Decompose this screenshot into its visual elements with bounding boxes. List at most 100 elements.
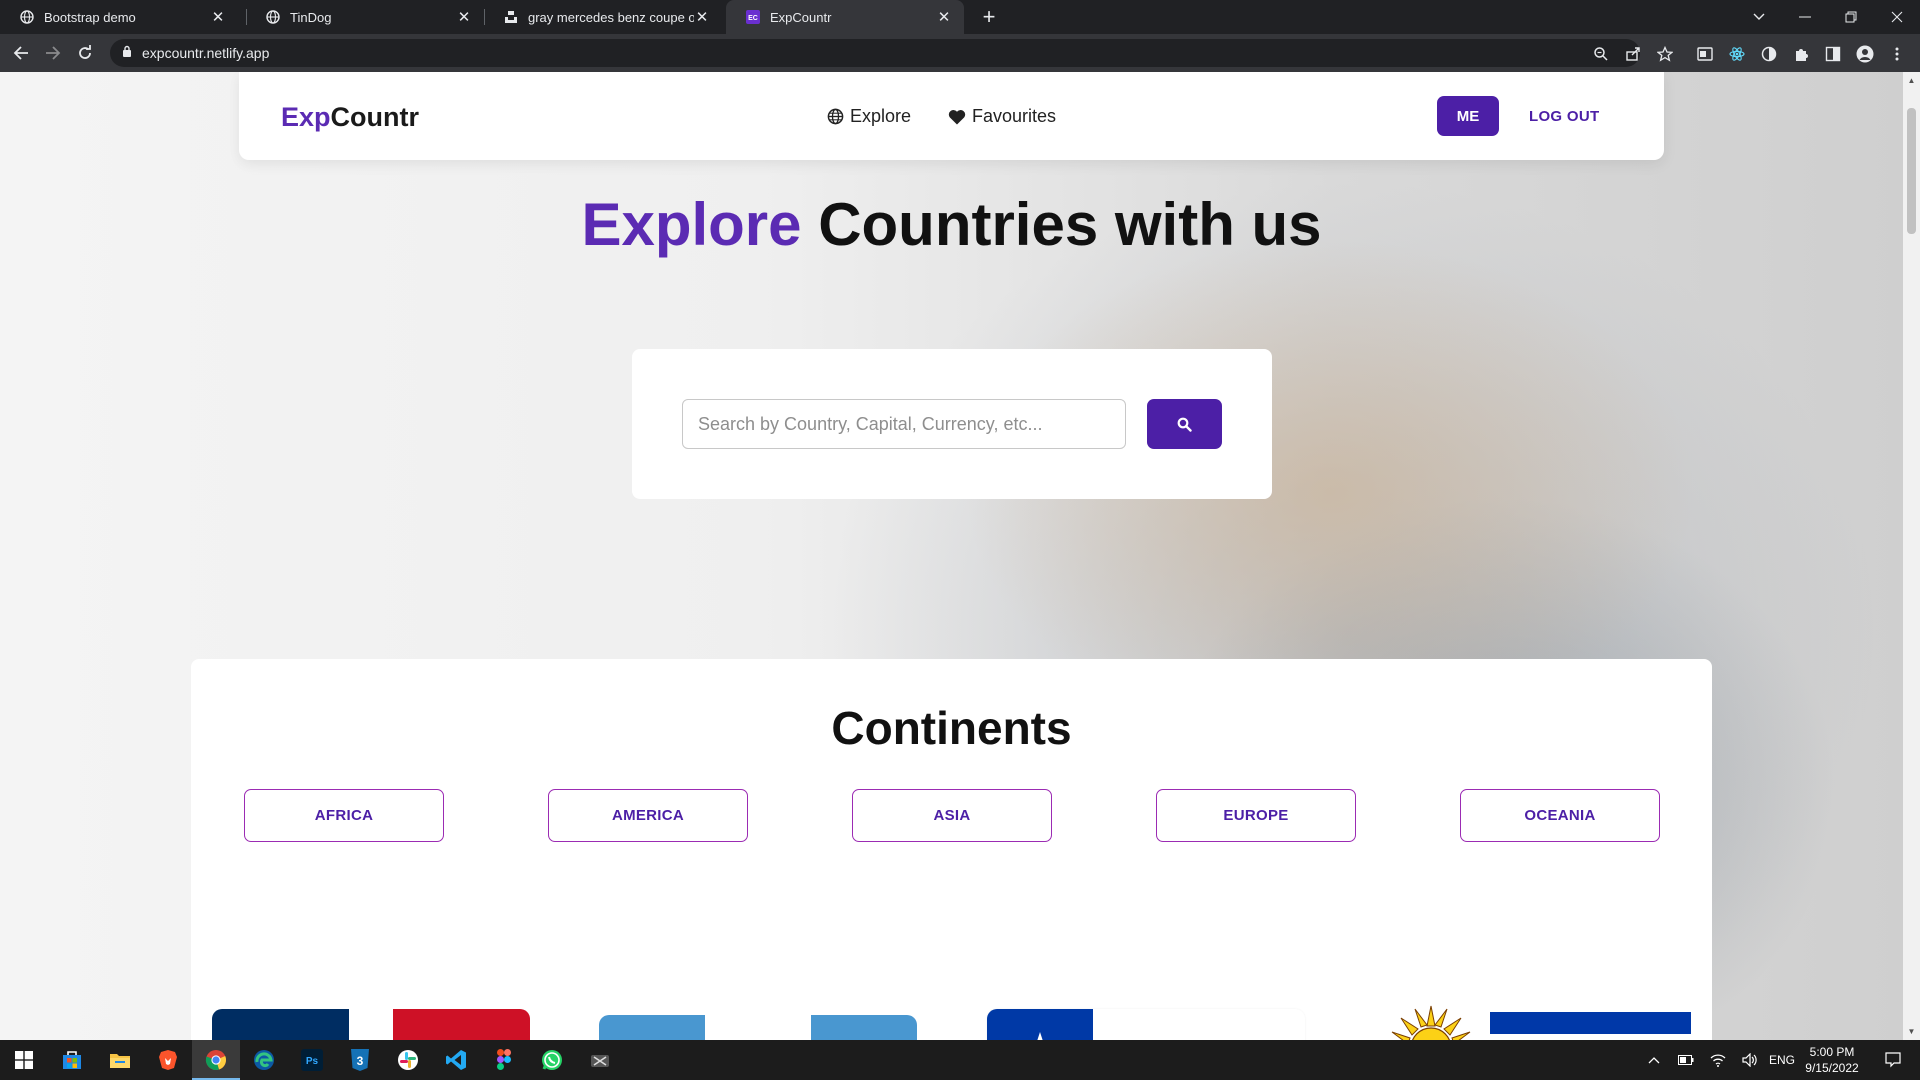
taskbar-clock[interactable]: 5:00 PM 9/15/2022	[1796, 1044, 1868, 1076]
tab-bootstrap-demo[interactable]: Bootstrap demo ✕	[0, 0, 238, 34]
wifi-icon[interactable]	[1706, 1040, 1730, 1080]
hero-accent-word: Explore	[581, 191, 802, 258]
kebab-menu-icon[interactable]	[1888, 45, 1906, 63]
snipping-tool-icon[interactable]	[576, 1040, 624, 1080]
address-bar[interactable]: expcountr.netlify.app	[110, 39, 1640, 67]
restore-button[interactable]	[1828, 0, 1874, 34]
nav-favourites-link[interactable]: Favourites	[948, 106, 1056, 127]
extension-screen-icon[interactable]	[1696, 45, 1714, 63]
logo-text: Countr	[330, 102, 420, 132]
guatemala-flag[interactable]	[599, 1015, 917, 1040]
nav-explore-label: Explore	[850, 106, 912, 126]
brave-browser-icon[interactable]	[144, 1040, 192, 1080]
page-viewport: ExpCountr Explore Favourites ME LOG OUT …	[0, 72, 1903, 1040]
battery-icon[interactable]	[1674, 1040, 1698, 1080]
dark-mode-extension-icon[interactable]	[1760, 45, 1778, 63]
search-icon	[1177, 417, 1192, 432]
logo-accent: Exp	[281, 102, 331, 132]
globe-icon	[20, 10, 34, 24]
tab-title: ExpCountr	[770, 9, 832, 25]
nav-explore-link[interactable]: Explore	[827, 106, 911, 127]
hero-heading: Explore Countries with us	[0, 190, 1903, 259]
scroll-down-arrow-icon[interactable]: ▼	[1903, 1023, 1920, 1040]
reload-icon[interactable]	[72, 40, 98, 66]
site-logo[interactable]: ExpCountr	[281, 102, 419, 133]
search-card	[632, 349, 1272, 499]
tab-title: Bootstrap demo	[44, 9, 136, 25]
chrome-icon[interactable]	[192, 1040, 240, 1080]
clock-date: 9/15/2022	[1805, 1061, 1859, 1075]
minimize-button[interactable]	[1782, 0, 1828, 34]
logout-button[interactable]: LOG OUT	[1529, 96, 1599, 136]
browser-tab-strip: Bootstrap demo ✕ TinDog ✕ gray mercedes …	[0, 0, 1920, 34]
share-icon[interactable]	[1625, 46, 1641, 62]
vscode-icon[interactable]	[432, 1040, 480, 1080]
search-input[interactable]	[682, 399, 1126, 449]
unsplash-icon	[504, 10, 518, 24]
windows-start-icon[interactable]	[0, 1040, 48, 1080]
url-text: expcountr.netlify.app	[142, 45, 270, 61]
forward-arrow-icon[interactable]	[40, 40, 66, 66]
close-tab-icon[interactable]: ✕	[210, 8, 226, 26]
hero-rest-text: Countries with us	[818, 191, 1322, 258]
tray-overflow-chevron-icon[interactable]	[1642, 1040, 1666, 1080]
scrollbar-thumb[interactable]	[1907, 108, 1916, 234]
svg-text:Ps: Ps	[306, 1056, 319, 1067]
expcountr-favicon: EC	[746, 10, 760, 24]
tab-title: gray mercedes benz coupe on bl	[528, 9, 694, 25]
windows-taskbar: Ps 3 ENG 5:00 PM 9/15/2022	[0, 1040, 1920, 1080]
search-button[interactable]	[1147, 399, 1222, 449]
scroll-up-arrow-icon[interactable]: ▲	[1903, 72, 1920, 89]
close-tab-icon[interactable]: ✕	[694, 8, 710, 26]
extensions-puzzle-icon[interactable]	[1792, 45, 1810, 63]
dominican-republic-flag[interactable]	[212, 1009, 530, 1040]
figma-icon[interactable]	[480, 1040, 528, 1080]
lock-icon[interactable]	[122, 44, 132, 62]
me-button[interactable]: ME	[1437, 96, 1499, 136]
tab-search-icon[interactable]	[1736, 0, 1782, 34]
close-tab-icon[interactable]: ✕	[456, 8, 472, 26]
back-arrow-icon[interactable]	[8, 40, 34, 66]
uruguay-flag[interactable]	[1373, 996, 1691, 1040]
file-explorer-icon[interactable]	[96, 1040, 144, 1080]
close-window-button[interactable]	[1874, 0, 1920, 34]
edge-browser-icon[interactable]	[240, 1040, 288, 1080]
profile-avatar-icon[interactable]	[1856, 45, 1874, 63]
continent-oceania-button[interactable]: OCEANIA	[1460, 789, 1660, 842]
tab-expcountr[interactable]: EC ExpCountr ✕	[726, 0, 964, 34]
page-scrollbar[interactable]: ▲ ▼	[1903, 72, 1920, 1040]
whatsapp-icon[interactable]	[528, 1040, 576, 1080]
continent-america-button[interactable]: AMERICA	[548, 789, 748, 842]
continent-europe-button[interactable]: EUROPE	[1156, 789, 1356, 842]
tab-title: TinDog	[290, 9, 332, 25]
site-navbar: ExpCountr Explore Favourites ME LOG OUT	[239, 72, 1664, 160]
browser-toolbar: expcountr.netlify.app	[0, 34, 1920, 72]
svg-text:EC: EC	[748, 15, 758, 22]
nav-favourites-label: Favourites	[972, 106, 1057, 126]
continent-asia-button[interactable]: ASIA	[852, 789, 1052, 842]
svg-text:3: 3	[357, 1054, 364, 1068]
globe-icon	[827, 108, 844, 125]
tab-tindog[interactable]: TinDog ✕	[246, 0, 484, 34]
zoom-icon[interactable]	[1593, 46, 1609, 62]
notification-center-icon[interactable]	[1878, 1040, 1908, 1080]
clock-time: 5:00 PM	[1809, 1045, 1855, 1059]
bookmark-star-icon[interactable]	[1657, 46, 1673, 62]
continents-title: Continents	[831, 702, 1072, 754]
continents-section: Continents AFRICA AMERICA ASIA EUROPE OC…	[191, 659, 1712, 1040]
continent-africa-button[interactable]: AFRICA	[244, 789, 444, 842]
slack-icon[interactable]	[384, 1040, 432, 1080]
heart-icon	[948, 109, 966, 124]
react-devtools-icon[interactable]	[1728, 45, 1746, 63]
css3-icon[interactable]: 3	[336, 1040, 384, 1080]
globe-icon	[266, 10, 280, 24]
side-panel-icon[interactable]	[1824, 45, 1842, 63]
close-tab-icon[interactable]: ✕	[936, 8, 952, 26]
chile-flag[interactable]	[987, 1009, 1305, 1040]
volume-icon[interactable]	[1738, 1040, 1762, 1080]
tab-unsplash[interactable]: gray mercedes benz coupe on bl ✕	[484, 0, 722, 34]
microsoft-store-icon[interactable]	[48, 1040, 96, 1080]
photoshop-icon[interactable]: Ps	[288, 1040, 336, 1080]
language-indicator[interactable]: ENG	[1766, 1040, 1798, 1080]
new-tab-button[interactable]: +	[976, 4, 1002, 30]
